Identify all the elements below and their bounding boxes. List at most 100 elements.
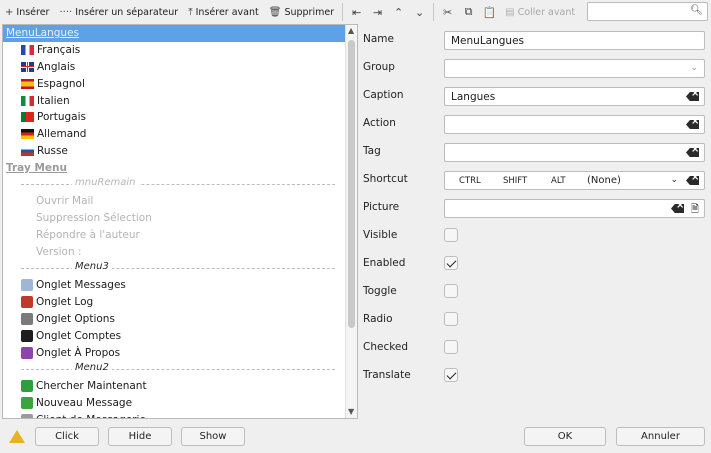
tree-item-label: Chercher Maintenant [36, 380, 147, 393]
name-input[interactable] [445, 32, 675, 49]
insert-button[interactable]: + Insérer [0, 2, 54, 22]
search-icon[interactable]: 🔍︎ [690, 5, 703, 16]
prop-picture: Picture 🗎 [359, 194, 709, 222]
plus-icon: + [5, 6, 14, 18]
search-input[interactable] [588, 3, 688, 20]
uk-flag-icon [21, 61, 34, 72]
group-select[interactable]: ⌄ [444, 59, 705, 78]
visible-checkbox[interactable] [444, 228, 458, 242]
tree-item-disabled[interactable]: Version : [3, 243, 345, 260]
tree-item-menu[interactable]: Onglet Messages [3, 277, 345, 294]
ok-button[interactable]: OK [524, 427, 606, 446]
clear-icon[interactable] [686, 176, 699, 185]
tree-item-language[interactable]: Portugais [3, 109, 345, 126]
cut-icon[interactable]: ✂ [437, 2, 458, 22]
clear-icon[interactable] [686, 92, 699, 101]
prop-name: Name [359, 26, 709, 54]
click-button[interactable]: Click [35, 427, 99, 446]
tree-item-menu[interactable]: Nouveau Message [3, 395, 345, 412]
prop-checked: Checked [359, 334, 709, 362]
move-down-icon[interactable]: ⌄ [409, 2, 430, 22]
prop-shortcut: Shortcut CTRL SHIFT ALT (None) ⌄ [359, 166, 709, 194]
indent-icon[interactable]: ⇥ [367, 2, 388, 22]
scroll-down-icon[interactable]: ▼ [348, 407, 354, 416]
about-icon [21, 346, 33, 359]
tree-item-label: Anglais [37, 60, 76, 73]
action-label: Action [363, 117, 396, 129]
chevron-down-icon[interactable]: ⌄ [670, 175, 678, 185]
tree-item-menu[interactable]: Client de Messagerie [3, 411, 345, 418]
es-flag-icon [21, 78, 34, 89]
group-input[interactable] [445, 60, 675, 77]
copy-icon[interactable]: ⧉ [458, 2, 479, 22]
scrollbar-thumb[interactable] [348, 40, 355, 328]
tree-item-menu[interactable]: Onglet À Propos [3, 344, 345, 361]
tree-item-disabled[interactable]: Répondre à l'auteur [3, 227, 345, 244]
tree-item-label: Version : [36, 245, 82, 258]
tree-item-label: Portugais [37, 111, 86, 124]
tree-item-language[interactable]: Italien [3, 92, 345, 109]
separator-menu2[interactable]: Menu2 [3, 361, 345, 378]
checked-checkbox[interactable] [444, 340, 458, 354]
insert-separator-button[interactable]: ···· Insérer un séparateur [54, 2, 183, 22]
tree-item-label: Suppression Sélection [36, 212, 152, 225]
open-file-icon[interactable]: 🗎 [691, 202, 699, 219]
caption-label: Caption [363, 89, 404, 101]
clear-icon[interactable] [686, 120, 699, 129]
tag-label: Tag [363, 145, 381, 157]
scroll-up-icon[interactable]: ▲ [348, 26, 354, 35]
outdent-icon[interactable]: ⇤ [346, 2, 367, 22]
tree-scrollbar[interactable]: ▲ ▼ [345, 25, 357, 418]
show-button[interactable]: Show [181, 427, 245, 446]
alt-toggle[interactable]: ALT [551, 176, 566, 186]
tree-item-selected[interactable]: MenuLangues [3, 25, 345, 42]
menu-tree-rows: MenuLangues Français Anglais Espagnol Itali… [3, 25, 345, 418]
name-label: Name [363, 33, 394, 45]
move-up-icon[interactable]: ⌃ [388, 2, 409, 22]
tree-item-disabled[interactable]: Suppression Sélection [3, 210, 345, 227]
paste-before-button[interactable]: ▤ Coller avant [500, 2, 580, 22]
translate-checkbox[interactable] [444, 368, 458, 382]
messages-icon [21, 279, 33, 292]
tree-item-language[interactable]: Espagnol [3, 75, 345, 92]
separator-menu3[interactable]: Menu3 [3, 260, 345, 277]
options-icon [21, 312, 33, 325]
chevron-down-icon[interactable]: ⌄ [690, 63, 698, 73]
clear-icon[interactable] [671, 204, 684, 213]
it-flag-icon [21, 95, 34, 106]
delete-button[interactable]: 🗑 Supprimer [264, 2, 339, 22]
tree-item-language[interactable]: Anglais [3, 59, 345, 76]
insert-before-button[interactable]: ⤒ Insérer avant [183, 2, 264, 22]
log-icon [21, 296, 33, 309]
warning-icon [9, 430, 25, 443]
radio-checkbox[interactable] [444, 312, 458, 326]
toggle-checkbox[interactable] [444, 284, 458, 298]
cancel-button[interactable]: Annuler [616, 427, 705, 446]
action-input[interactable] [445, 116, 675, 133]
tree-item-menu[interactable]: Onglet Options [3, 311, 345, 328]
checked-label: Checked [363, 341, 409, 353]
separator-mnuremain[interactable]: mnuRemain [3, 176, 345, 193]
caption-input[interactable] [445, 88, 675, 105]
tree-item-menu[interactable]: Onglet Comptes [3, 327, 345, 344]
tree-item-language[interactable]: Russe [3, 143, 345, 160]
clear-icon[interactable] [686, 148, 699, 157]
tag-input[interactable] [445, 144, 675, 161]
tree-item-tray-menu[interactable]: Tray Menu [3, 159, 345, 176]
tree-item-menu[interactable]: Onglet Log [3, 294, 345, 311]
shortcut-field: CTRL SHIFT ALT (None) ⌄ [444, 171, 705, 190]
tree-item-language[interactable]: Français [3, 42, 345, 59]
hide-button[interactable]: Hide [108, 427, 172, 446]
enabled-checkbox[interactable] [444, 256, 458, 270]
separator-icon: ···· [59, 6, 73, 18]
prop-caption: Caption [359, 82, 709, 110]
tree-item-disabled[interactable]: Ouvrir Mail [3, 193, 345, 210]
picture-input[interactable] [445, 200, 645, 217]
caption-field [444, 87, 705, 106]
tree-item-language[interactable]: Allemand [3, 126, 345, 143]
shift-toggle[interactable]: SHIFT [503, 176, 527, 186]
shortcut-key-select[interactable]: (None) [587, 175, 621, 186]
ctrl-toggle[interactable]: CTRL [459, 176, 481, 186]
tree-item-menu[interactable]: Chercher Maintenant [3, 378, 345, 395]
paste-icon[interactable]: 📋 [479, 2, 500, 22]
